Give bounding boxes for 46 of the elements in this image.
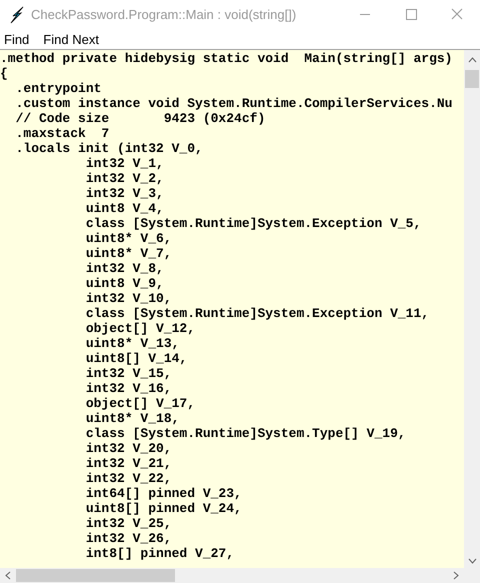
code-line: uint8* V_7, [84,246,173,261]
code-line: .maxstack 7 [14,126,110,141]
code-line: class [System.Runtime]System.Exception V_5, [84,216,422,231]
code-line: object[] V_17, [84,396,196,411]
horizontal-scrollbar[interactable] [0,568,480,583]
code-line: int32 V_25, [84,516,173,531]
code-line: uint8 V_4, [84,201,165,216]
code-line: uint8* V_6, [84,231,173,246]
code-line: .custom instance void System.Runtime.CompilerServices.Nu [14,96,454,111]
code-line: uint8* V_18, [84,411,180,426]
code-line: int32 V_3, [84,186,165,201]
code-line: int32 V_26, [84,531,173,546]
code-line: int32 V_2, [84,171,165,186]
code-line: int32 V_1, [84,156,165,171]
code-line: uint8 V_9, [84,276,165,291]
code-line: int32 V_15, [84,366,173,381]
scroll-up-icon[interactable] [468,57,476,63]
code-line: int32 V_21, [84,456,173,471]
code-line: int32 V_10, [84,291,173,306]
scroll-left-icon[interactable] [5,571,11,580]
app-icon [9,6,25,24]
code-line: int32 V_20, [84,441,173,456]
scroll-thumb[interactable] [465,70,479,88]
code-line: int64[] pinned V_23, [84,486,243,501]
scroll-thumb[interactable] [16,569,175,582]
code-line: class [System.Runtime]System.Type[] V_19, [84,426,407,441]
code-line: int32 V_16, [84,381,173,396]
scroll-down-icon[interactable] [468,558,476,564]
code-line: int32 V_22, [84,471,173,486]
code-line: uint8[] pinned V_24, [84,501,243,516]
code-line: { [0,66,9,81]
vertical-scrollbar[interactable] [464,50,480,568]
code-line: class [System.Runtime]System.Exception V_11, [84,306,430,321]
code-line: object[] V_12, [84,321,196,336]
code-line: .entrypoint [14,81,102,96]
scroll-right-icon[interactable] [453,571,459,580]
code-line: // Code size 9423 (0x24cf) [14,111,266,126]
code-line: uint8* V_13, [84,336,180,351]
code-line: uint8[] V_14, [84,351,188,366]
code-line: int8[] pinned V_27, [84,546,236,561]
code-line: .method private hidebysig static void Main(string[] args) [0,51,454,66]
code-line: .locals init (int32 V_0, [14,141,204,156]
window-title: CheckPassword.Program::Main : void(string[]) [31,6,296,24]
menu-item[interactable]: Find Next [43,30,99,50]
code-line: int32 V_8, [84,261,165,276]
menu-item[interactable]: Find [4,30,30,50]
